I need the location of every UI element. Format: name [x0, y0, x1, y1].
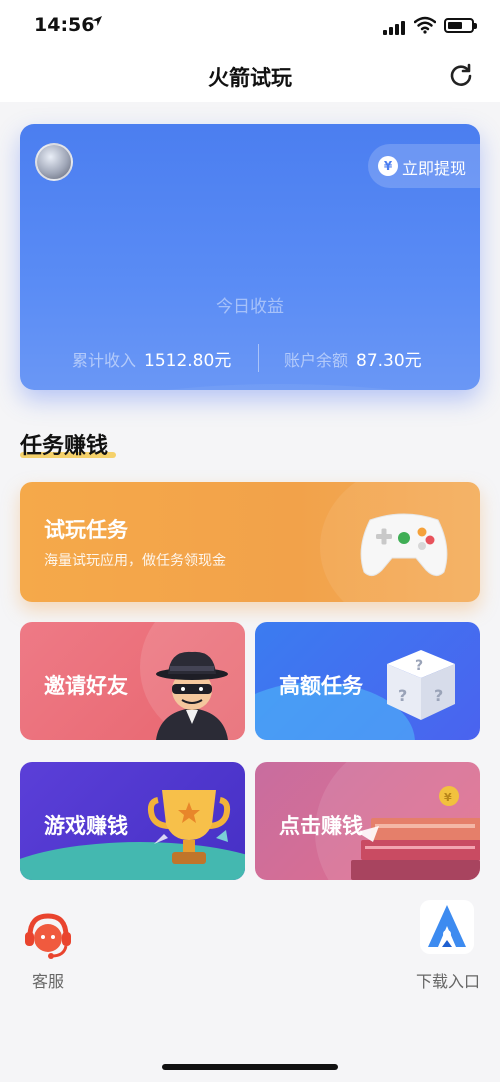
- game-earnings-tile[interactable]: 游戏赚钱: [20, 762, 245, 880]
- today-earnings-label: 今日收益: [216, 297, 284, 317]
- account-balance: 账户余额 87.30元: [284, 346, 422, 371]
- withdraw-button[interactable]: ¥ 立即提现: [368, 144, 480, 188]
- earnings-card: ¥ 立即提现 今日收益 累计收入 1512.80元 账户余额 87.30元: [20, 124, 480, 390]
- trial-task-tile[interactable]: 试玩任务 海量试玩应用，做任务领现金: [20, 482, 480, 602]
- withdraw-label: 立即提现: [402, 159, 467, 178]
- svg-text:?: ?: [434, 686, 443, 705]
- home-indicator[interactable]: [162, 1064, 338, 1070]
- customer-service-button[interactable]: 客服: [20, 898, 76, 994]
- cellular-signal-icon: [383, 19, 409, 35]
- books-icon: ¥: [351, 782, 480, 880]
- balance-value: 87.30元: [356, 351, 422, 371]
- invite-friends-title: 邀请好友: [44, 674, 128, 698]
- page-title: 火箭试玩: [208, 66, 292, 90]
- avatar[interactable]: [35, 143, 73, 181]
- stats-row: 累计收入 1512.80元 账户余额 87.30元: [20, 344, 480, 374]
- wifi-icon: [413, 16, 437, 34]
- gamepad-icon: [356, 508, 452, 580]
- customer-service-label: 客服: [31, 972, 64, 991]
- battery-icon: [444, 18, 477, 33]
- total-income-label: 累计收入: [72, 351, 137, 370]
- download-label: 下载入口: [415, 972, 480, 991]
- trial-task-subtitle: 海量试玩应用，做任务领现金: [44, 553, 226, 569]
- yen-icon: ¥: [378, 156, 398, 176]
- refresh-icon[interactable]: [448, 62, 474, 88]
- card-decoration: [20, 384, 480, 390]
- click-earnings-tile[interactable]: 点击赚钱 ¥: [255, 762, 480, 880]
- total-income-value: 1512.80元: [144, 351, 232, 371]
- question-dice-icon: ? ? ?: [383, 646, 459, 724]
- download-button[interactable]: 下载入口: [410, 898, 486, 994]
- svg-text:?: ?: [415, 658, 423, 674]
- section-title: 任务赚钱: [20, 434, 109, 459]
- svg-text:¥: ¥: [444, 791, 452, 804]
- invite-friends-tile[interactable]: 邀请好友: [20, 622, 245, 740]
- bottom-bar: 客服 下载入口: [0, 890, 500, 1082]
- svg-text:?: ?: [398, 686, 407, 705]
- trophy-icon: [146, 780, 232, 870]
- divider: [258, 344, 259, 372]
- rocket-a-logo: [420, 900, 474, 954]
- high-reward-tile[interactable]: 高额任务 ? ? ?: [255, 622, 480, 740]
- status-bar: 14:56: [0, 0, 500, 54]
- status-time: 14:56: [34, 14, 95, 36]
- game-earnings-title: 游戏赚钱: [44, 814, 128, 838]
- nav-bar: 火箭试玩: [0, 54, 500, 102]
- total-income: 累计收入 1512.80元: [72, 346, 231, 371]
- trial-task-title: 试玩任务: [44, 518, 128, 542]
- location-arrow-icon: [90, 14, 104, 32]
- balance-label: 账户余额: [284, 351, 349, 370]
- headset-icon: [22, 910, 74, 962]
- high-reward-title: 高额任务: [279, 674, 363, 698]
- spy-icon: [152, 642, 232, 740]
